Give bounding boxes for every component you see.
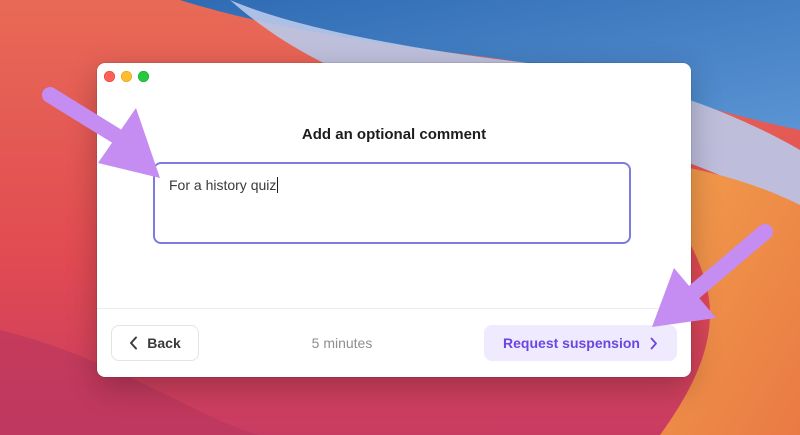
window-minimize-button[interactable] <box>121 71 132 82</box>
chevron-right-icon <box>650 337 658 350</box>
dialog-title: Add an optional comment <box>301 126 487 143</box>
request-suspension-button[interactable]: Request suspension <box>484 325 677 361</box>
text-caret <box>277 177 279 193</box>
request-suspension-label: Request suspension <box>503 335 640 351</box>
footer-divider <box>97 308 691 309</box>
comment-value: For a history quiz <box>169 177 277 193</box>
suspension-duration: 5 minutes <box>311 335 373 351</box>
back-button[interactable]: Back <box>111 325 199 361</box>
comment-input-container: For a history quiz <box>169 177 279 193</box>
window-close-button[interactable] <box>104 71 115 82</box>
app-window: Add an optional comment For a history qu… <box>97 63 691 377</box>
window-zoom-button[interactable] <box>138 71 149 82</box>
back-button-label: Back <box>147 335 181 351</box>
comment-textarea[interactable]: For a history quiz <box>153 162 631 244</box>
chevron-left-icon <box>129 336 138 350</box>
